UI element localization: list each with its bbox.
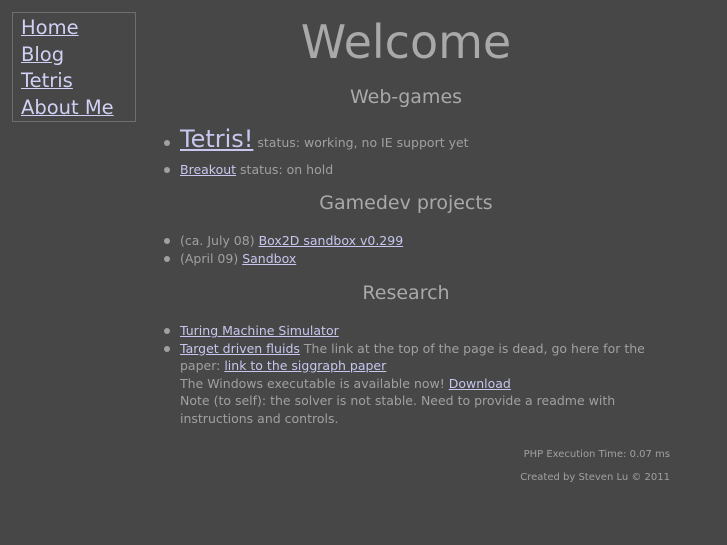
tetris-game-link[interactable]: Tetris! bbox=[180, 125, 253, 153]
list-item: (April 09) Sandbox bbox=[162, 250, 670, 268]
project-date-text: (ca. July 08) bbox=[180, 233, 259, 248]
breakout-status-text: status: on hold bbox=[236, 162, 334, 177]
bullet-icon bbox=[164, 238, 170, 244]
list-item: Tetris! status: working, no IE support y… bbox=[162, 124, 670, 161]
nav-blog-link[interactable]: Blog bbox=[21, 42, 135, 69]
gamedev-list: (ca. July 08) Box2D sandbox v0.299 (Apri… bbox=[162, 232, 670, 267]
bullet-icon bbox=[164, 255, 170, 262]
bullet-icon bbox=[164, 328, 170, 334]
siggraph-paper-link[interactable]: link to the siggraph paper bbox=[224, 358, 386, 373]
section-heading-gamedev: Gamedev projects bbox=[319, 192, 493, 214]
webgames-list: Tetris! status: working, no IE support y… bbox=[162, 124, 670, 179]
nav-about-me-link[interactable]: About Me bbox=[21, 95, 135, 122]
box2d-sandbox-link[interactable]: Box2D sandbox v0.299 bbox=[259, 233, 404, 248]
bullet-icon bbox=[164, 140, 170, 146]
solver-note-text: Note (to self): the solver is not stable… bbox=[180, 393, 616, 426]
list-item: (ca. July 08) Box2D sandbox v0.299 bbox=[162, 232, 670, 250]
sandbox-link[interactable]: Sandbox bbox=[242, 251, 296, 266]
list-item: Breakout status: on hold bbox=[162, 161, 670, 179]
download-link[interactable]: Download bbox=[449, 376, 511, 391]
php-execution-time: PHP Execution Time: 0.07 ms bbox=[523, 449, 670, 460]
section-heading-research: Research bbox=[362, 282, 450, 304]
nav-tetris-link[interactable]: Tetris bbox=[21, 68, 135, 95]
project-date-text: (April 09) bbox=[180, 250, 243, 266]
sidebar-nav: Home Blog Tetris About Me bbox=[12, 12, 136, 122]
turing-machine-link[interactable]: Turing Machine Simulator bbox=[180, 323, 339, 338]
breakout-game-link[interactable]: Breakout bbox=[180, 162, 236, 177]
bullet-icon bbox=[164, 345, 170, 352]
tetris-status-text: status: working, no IE support yet bbox=[253, 135, 469, 150]
footer-credit: Created by Steven Lu © 2011 bbox=[520, 472, 670, 483]
research-list: Turing Machine Simulator Target driven f… bbox=[162, 322, 670, 427]
target-driven-fluids-link[interactable]: Target driven fluids bbox=[180, 341, 300, 356]
executable-note-text: The Windows executable is available now! bbox=[180, 375, 449, 391]
list-item: Turing Machine Simulator bbox=[162, 322, 670, 340]
section-heading-webgames: Web-games bbox=[349, 86, 463, 108]
bullet-icon bbox=[164, 167, 170, 173]
page-title: Welcome bbox=[300, 15, 512, 69]
list-item: Target driven fluids The link at the top… bbox=[162, 340, 670, 428]
nav-home-link[interactable]: Home bbox=[21, 15, 135, 42]
